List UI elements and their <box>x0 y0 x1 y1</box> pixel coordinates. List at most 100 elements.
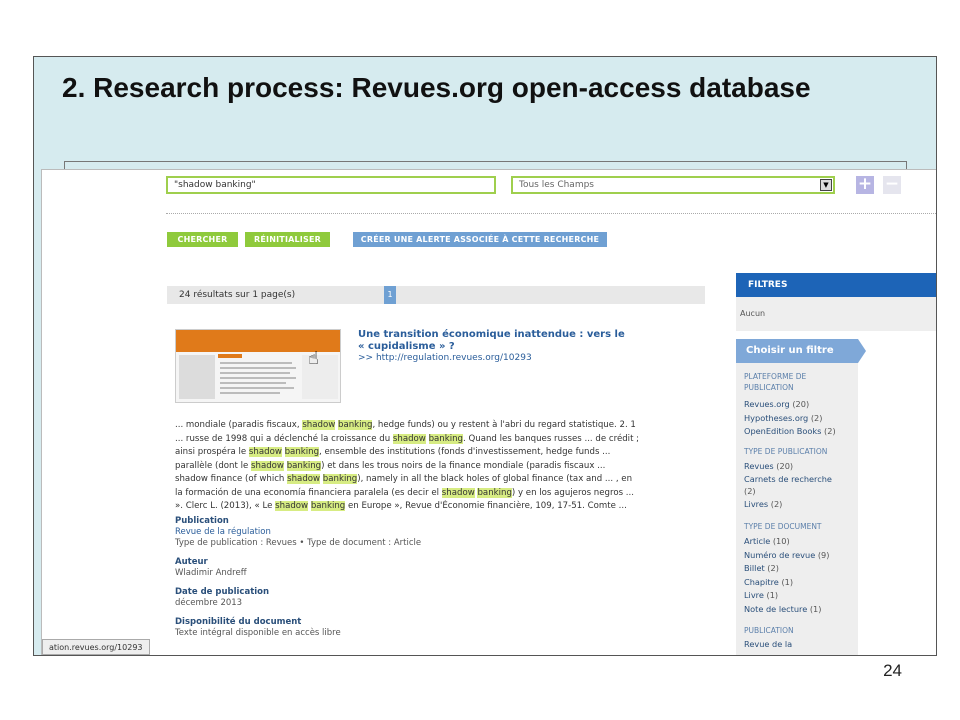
status-bar-url: ation.revues.org/10293 <box>42 639 150 655</box>
search-input[interactable]: "shadow banking" <box>166 176 496 194</box>
filter-item[interactable]: Livre (1) <box>744 590 852 601</box>
thumbnail-text-line <box>220 377 296 379</box>
excerpt-line: parallèle (dont le shadow banking) et da… <box>175 460 683 474</box>
filter-item-label: Carnets de recherche <box>744 473 832 484</box>
filter-category-publication: PUBLICATION <box>744 626 794 635</box>
slide-title: 2. Research process: Revues.org open-acc… <box>62 72 811 103</box>
dropdown-arrow-icon[interactable]: ▼ <box>820 179 832 191</box>
availability-label: Disponibilité du document <box>175 617 302 627</box>
highlighted-term: banking <box>286 460 322 471</box>
filter-item-label: Hypotheses.org <box>744 412 809 423</box>
result-title[interactable]: Une transition économique inattendue : v… <box>358 329 648 353</box>
filter-item-count: (20) <box>773 461 794 471</box>
page-1-link[interactable]: 1 <box>384 286 396 304</box>
thumbnail-text-line <box>220 362 292 364</box>
highlighted-term: banking <box>428 433 464 444</box>
excerpt-text: ), namely in all the black holes of glob… <box>357 474 633 484</box>
highlighted-term: shadow <box>248 447 282 457</box>
filter-item-label: Revues.org <box>744 399 790 409</box>
highlighted-term: banking <box>310 501 346 511</box>
hand-cursor-icon: ☝ <box>308 348 319 369</box>
availability-value: Texte intégral disponible en accès libre <box>175 628 341 638</box>
publication-link[interactable]: Revue de la régulation <box>175 527 271 537</box>
excerpt-line: ». Clerc L. (2013), « Le shadow banking … <box>175 500 683 514</box>
filter-item-count: (10) <box>770 536 790 546</box>
excerpt-text: . Quand les banques russes ... de crédit… <box>463 433 640 444</box>
slide-frame: 2. Research process: Revues.org open-acc… <box>33 56 937 656</box>
thumbnail-text-line <box>220 392 280 394</box>
filter-item-count: (1) <box>763 590 779 600</box>
thumbnail-sidebar <box>179 355 215 399</box>
result-url-link[interactable]: >> http://regulation.revues.org/10293 <box>358 353 532 363</box>
filter-item[interactable]: Livres (2) <box>744 499 852 510</box>
filter-item[interactable]: (2) <box>744 486 852 497</box>
filter-item[interactable]: Revues (20) <box>744 461 852 472</box>
thumbnail-text-line <box>220 387 294 389</box>
field-select-value: Tous les Champs <box>519 180 594 190</box>
results-bar: 24 résultats sur 1 page(s) 1 <box>167 286 705 304</box>
filter-category-platform: PLATEFORME DE <box>744 372 807 381</box>
result-excerpt: ... mondiale (paradis fiscaux, shadow ba… <box>175 419 683 514</box>
highlighted-term: banking <box>477 487 512 498</box>
field-select[interactable]: Tous les Champs ▼ <box>511 176 835 194</box>
filter-item[interactable]: Carnets de recherche <box>744 474 852 485</box>
excerpt-line: ... russe de 1998 qui a déclenché la cro… <box>175 433 683 447</box>
filter-item[interactable]: Billet (2) <box>744 563 852 574</box>
filter-item-count: (9) <box>815 549 830 560</box>
result-title-line: « cupidalisme » ? <box>358 341 455 352</box>
publication-type: Type de publication : Revues • Type de d… <box>175 538 422 548</box>
active-filters: Aucun <box>736 297 936 331</box>
add-criteria-button[interactable]: + <box>856 176 874 194</box>
highlighted-term: shadow <box>287 474 321 484</box>
date-label: Date de publication <box>175 587 270 597</box>
publication-label: Publication <box>175 516 229 526</box>
filter-item-label: Article <box>744 536 771 546</box>
filter-item-count: (2) <box>764 563 779 573</box>
filter-item-label: OpenEdition Books <box>744 426 822 436</box>
excerpt-text: parallèle (dont le <box>175 460 252 471</box>
browser-screenshot: "shadow banking" Tous les Champs ▼ + − C… <box>41 169 936 655</box>
filter-item[interactable]: Revues.org (20) <box>744 399 852 410</box>
author-label: Auteur <box>175 557 208 567</box>
filter-item[interactable]: Article (10) <box>744 536 852 547</box>
filter-category-doctype: TYPE DE DOCUMENT <box>744 522 822 531</box>
search-button[interactable]: CHERCHER <box>167 232 238 247</box>
filter-item[interactable]: Chapitre (1) <box>744 577 852 588</box>
excerpt-line: ... mondiale (paradis fiscaux, shadow ba… <box>175 419 683 433</box>
result-thumbnail[interactable]: ☝ <box>175 329 341 403</box>
filter-item-count: (1) <box>807 603 822 614</box>
excerpt-line: shadow finance (of which shadow banking)… <box>175 473 683 487</box>
publication-date: décembre 2013 <box>175 598 243 608</box>
excerpt-text: , hedge funds) ou y restent à l'abri du … <box>372 420 636 430</box>
excerpt-line: la formación de una economía financiera … <box>175 487 683 501</box>
excerpt-text: ». Clerc L. (2013), « Le <box>175 501 276 511</box>
create-alert-button[interactable]: CRÉER UNE ALERTE ASSOCIÉE À CETTE RECHER… <box>353 232 607 247</box>
highlighted-term: banking <box>322 474 358 484</box>
filter-item-label: Chapitre <box>744 576 779 587</box>
reset-button[interactable]: RÉINITIALISER <box>245 232 330 247</box>
results-count: 24 résultats sur 1 page(s) <box>179 290 296 300</box>
excerpt-text: en Europe », Revue d'Économie financière… <box>345 501 627 511</box>
filter-item-label: Revues <box>744 461 774 471</box>
filter-item-label: Livres <box>744 498 769 509</box>
filter-item[interactable]: Note de lecture (1) <box>744 604 852 615</box>
highlighted-term: banking <box>284 447 320 457</box>
divider <box>64 161 65 169</box>
filter-item-count: (20) <box>789 399 810 409</box>
excerpt-text: la formación de una economía financiera … <box>175 487 442 498</box>
thumbnail-text-line <box>220 367 296 369</box>
result-title-line: Une transition économique inattendue : v… <box>358 329 625 340</box>
filter-item[interactable]: Numéro de revue (9) <box>744 550 852 561</box>
excerpt-text: shadow finance (of which <box>175 474 288 484</box>
excerpt-text: ) y en los agujeros negros ... <box>511 487 634 498</box>
choose-filter-tab[interactable]: Choisir un filtre <box>736 339 866 363</box>
filter-item[interactable]: OpenEdition Books (2) <box>744 426 852 437</box>
remove-criteria-button[interactable]: − <box>883 176 901 194</box>
thumbnail-text-line <box>220 382 286 384</box>
filter-item[interactable]: Hypotheses.org (2) <box>744 413 852 424</box>
excerpt-text: ... russe de 1998 qui a déclenché la cro… <box>175 433 393 444</box>
filter-item-label: Numéro de revue <box>744 549 816 560</box>
excerpt-text: ) et dans les trous noirs de la finance … <box>321 460 606 471</box>
excerpt-text: ... mondiale (paradis fiscaux, <box>175 420 303 430</box>
filter-item[interactable]: Revue de la <box>744 639 852 650</box>
